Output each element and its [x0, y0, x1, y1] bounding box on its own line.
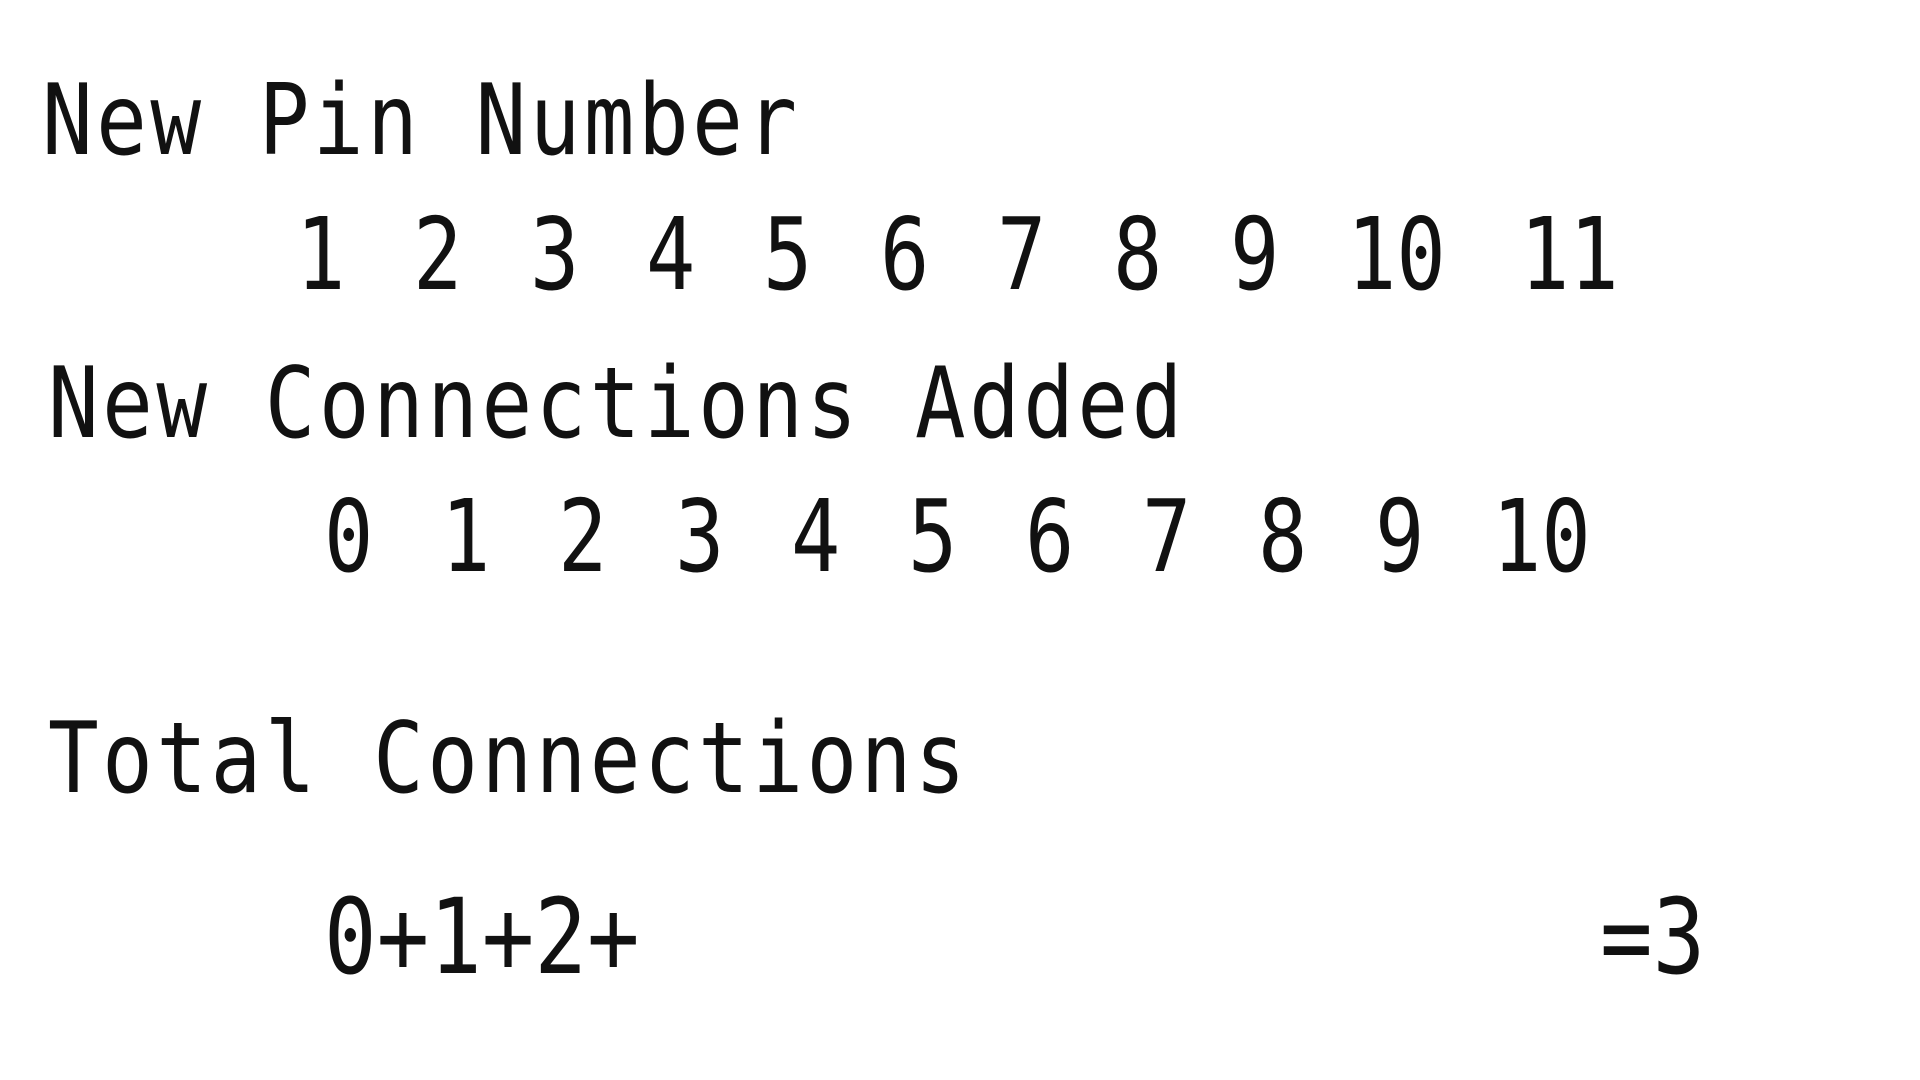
connections-added-value: 8: [1258, 478, 1308, 595]
math-worksheet: New Pin Number 1 2 3 4 5 6 7 8 9 10 11 N…: [0, 0, 1920, 1080]
pin-number-value: 2: [413, 196, 463, 313]
connections-added-value: 1: [441, 478, 491, 595]
pin-number-value: 4: [646, 196, 696, 313]
connections-added-value: 4: [791, 478, 841, 595]
total-connections-heading: Total Connections: [48, 702, 970, 816]
running-sum-expression: 0+1+2+: [324, 876, 640, 998]
connections-added-value: 9: [1375, 478, 1425, 595]
pin-number-value: 8: [1113, 196, 1163, 313]
total-result: =3: [1600, 876, 1706, 998]
pin-number-value: 3: [530, 196, 580, 313]
pin-number-value: 10: [1347, 196, 1446, 313]
connections-added-value: 10: [1492, 478, 1591, 595]
connections-added-value: 2: [558, 478, 608, 595]
pin-number-value: 5: [763, 196, 813, 313]
connections-added-heading: New Connections Added: [48, 347, 1186, 461]
connections-added-value: 5: [908, 478, 958, 595]
connections-added-value: 6: [1025, 478, 1075, 595]
connections-added-row: 0 1 2 3 4 5 6 7 8 9 10: [0, 487, 1920, 597]
pin-number-heading: New Pin Number: [42, 64, 801, 178]
connections-added-value: 7: [1142, 478, 1192, 595]
pin-number-row: 1 2 3 4 5 6 7 8 9 10 11: [0, 205, 1920, 315]
connections-added-value: 3: [675, 478, 725, 595]
pin-number-value: 1: [296, 196, 346, 313]
pin-number-value: 6: [880, 196, 930, 313]
pin-number-value: 9: [1230, 196, 1280, 313]
pin-number-value: 7: [997, 196, 1047, 313]
connections-added-value: 0: [324, 478, 374, 595]
pin-number-value: 11: [1520, 196, 1619, 313]
